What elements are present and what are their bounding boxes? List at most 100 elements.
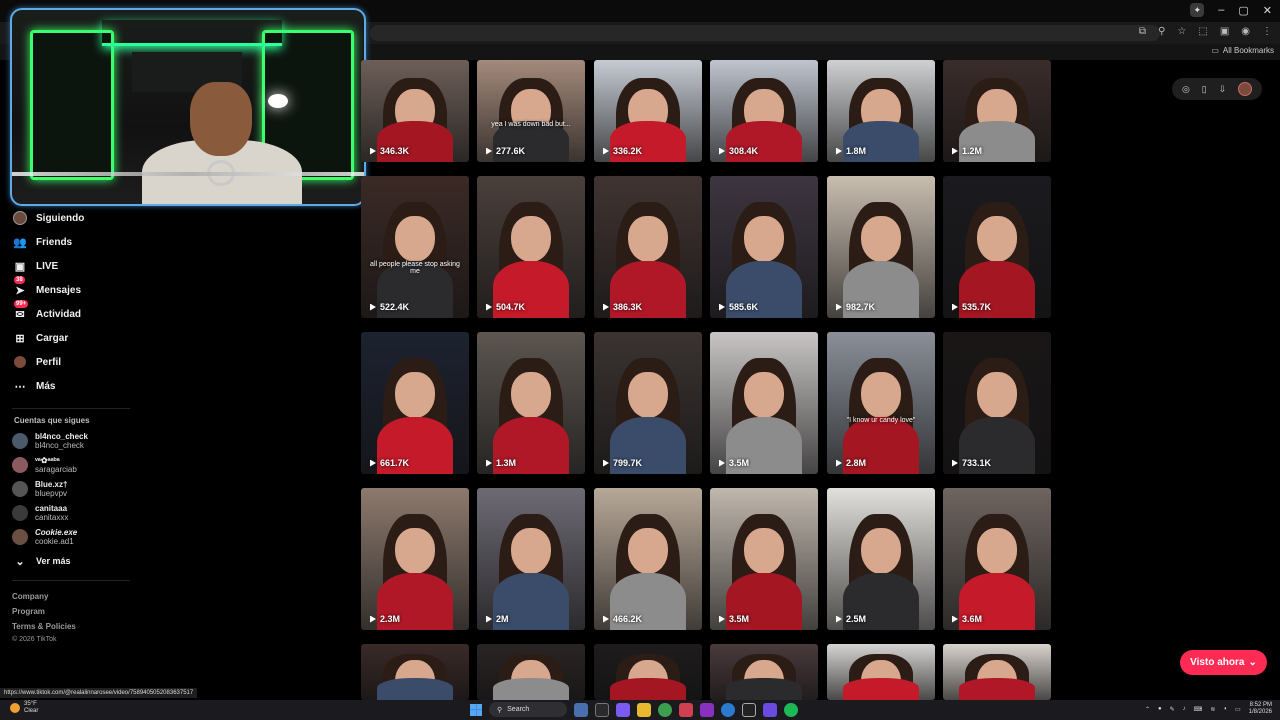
video-tile[interactable]: 1.3M: [477, 332, 585, 474]
nav-actividad[interactable]: ✉ 99+ Actividad: [12, 300, 81, 324]
video-tile[interactable]: 585.6K: [710, 176, 818, 318]
footer-company[interactable]: Company: [12, 592, 48, 601]
chrome-icon[interactable]: [658, 702, 672, 717]
nav-perfil[interactable]: Perfil: [12, 352, 61, 372]
video-tile[interactable]: 535.7K: [943, 176, 1051, 318]
app-icon[interactable]: [679, 702, 693, 717]
keyboard-icon[interactable]: ⌨: [1194, 706, 1203, 713]
user-avatar[interactable]: [1238, 82, 1253, 96]
video-tile[interactable]: 2M: [477, 488, 585, 630]
app-icon[interactable]: [700, 702, 714, 717]
edge-icon[interactable]: [721, 702, 735, 717]
cast-icon[interactable]: ⧉: [1139, 26, 1146, 37]
video-tile[interactable]: [361, 644, 469, 700]
clock[interactable]: 8:52 PM 1/8/2026: [1249, 702, 1272, 716]
video-tile[interactable]: all people please stop asking me 522.4K: [361, 176, 469, 318]
thumbnail-figure-face: [744, 527, 784, 574]
nav-mensajes[interactable]: ➤ 38 Mensajes: [12, 276, 81, 300]
weather-widget[interactable]: 35°F Clear: [10, 701, 38, 715]
video-tile[interactable]: yea I was down bad but... 277.6K: [477, 60, 585, 162]
chevron-up-icon[interactable]: ⌃: [1145, 706, 1150, 713]
menu-icon[interactable]: ⋮: [1262, 26, 1272, 37]
video-tile[interactable]: "I know ur candy love" 2.8M: [827, 332, 935, 474]
search-label: Search: [507, 706, 530, 713]
windows-start-icon[interactable]: [470, 703, 482, 716]
wifi-icon[interactable]: ≋: [1210, 706, 1215, 713]
account-name: ᵛᵃ✿ᵃᵃᵇᵃ: [35, 456, 60, 465]
video-tile[interactable]: [477, 644, 585, 700]
video-tile[interactable]: 346.3K: [361, 60, 469, 162]
video-tile[interactable]: [594, 644, 702, 700]
phone-icon[interactable]: ▯: [1202, 84, 1207, 95]
video-caption: "I know ur candy love": [846, 417, 916, 425]
video-tile[interactable]: 661.7K: [361, 332, 469, 474]
widget-icon[interactable]: [574, 702, 588, 717]
following-account[interactable]: canitaaa canitaxxx: [12, 502, 68, 524]
video-tile[interactable]: 3.5M: [710, 332, 818, 474]
sparkle-icon[interactable]: ✦: [1190, 3, 1205, 17]
file-explorer-icon[interactable]: [637, 702, 651, 717]
video-tile[interactable]: 2.3M: [361, 488, 469, 630]
nav-cargar[interactable]: ⊞ Cargar: [12, 328, 68, 348]
maximize-button[interactable]: ▢: [1238, 4, 1248, 17]
nav-siguiendo[interactable]: Siguiendo: [12, 208, 84, 228]
download-icon[interactable]: ⇩: [1219, 84, 1227, 95]
footer-terms[interactable]: Terms & Policies: [12, 622, 76, 631]
task-view-icon[interactable]: [595, 702, 609, 717]
video-tile[interactable]: 2.5M: [827, 488, 935, 630]
nav-live[interactable]: ▣ LIVE: [12, 256, 58, 276]
video-tile[interactable]: 308.4K: [710, 60, 818, 162]
app-icon[interactable]: [742, 702, 756, 717]
profile-icon[interactable]: ◉: [1241, 26, 1250, 37]
all-bookmarks[interactable]: ▭ All Bookmarks: [1211, 46, 1274, 55]
video-tile[interactable]: 336.2K: [594, 60, 702, 162]
play-icon: [719, 147, 725, 155]
app-tray-icon[interactable]: ●: [1158, 706, 1162, 712]
copilot-icon[interactable]: [616, 702, 630, 717]
video-tile[interactable]: [710, 644, 818, 700]
volume-icon[interactable]: ◖: [1223, 706, 1227, 712]
mic-icon[interactable]: ♪: [1183, 706, 1186, 712]
extensions-icon[interactable]: ⬚: [1198, 26, 1207, 37]
video-tile[interactable]: 1.2M: [943, 60, 1051, 162]
nav-mas[interactable]: ⋯ Más: [12, 376, 56, 396]
compass-icon[interactable]: ◎: [1182, 84, 1190, 95]
thumbnail-figure-face: [861, 215, 901, 262]
taskbar-search[interactable]: ⚲ Search: [489, 702, 567, 717]
discord-icon[interactable]: [763, 702, 777, 717]
video-tile[interactable]: 799.7K: [594, 332, 702, 474]
view-count-value: 2.3M: [380, 614, 401, 624]
bookmark-star-icon[interactable]: ☆: [1177, 26, 1186, 37]
sidebar-icon[interactable]: ▣: [1220, 26, 1229, 37]
close-button[interactable]: ✕: [1263, 4, 1272, 17]
address-bar[interactable]: [370, 25, 1160, 41]
nav-friends[interactable]: 👥 Friends: [12, 232, 72, 252]
video-tile[interactable]: 386.3K: [594, 176, 702, 318]
minimize-button[interactable]: –: [1218, 4, 1224, 16]
following-account[interactable]: Blue.xz† bluepvpv: [12, 478, 67, 500]
video-tile[interactable]: 466.2K: [594, 488, 702, 630]
video-tile[interactable]: 504.7K: [477, 176, 585, 318]
view-count-value: 982.7K: [846, 302, 876, 312]
following-account[interactable]: Cookie.exe cookie.ad1: [12, 526, 77, 548]
battery-icon[interactable]: ▭: [1235, 706, 1241, 713]
watched-now-button[interactable]: Visto ahora ⌄: [1180, 650, 1267, 675]
video-tile[interactable]: 3.6M: [943, 488, 1051, 630]
see-more-button[interactable]: ⌄ Ver más: [12, 551, 70, 571]
footer-program[interactable]: Program: [12, 607, 45, 616]
following-account[interactable]: ᵛᵃ✿ᵃᵃᵇᵃ saragarciab: [12, 454, 77, 476]
pen-icon[interactable]: ✎: [1170, 706, 1175, 713]
zoom-icon[interactable]: ⚲: [1158, 26, 1165, 37]
spotify-icon[interactable]: [784, 702, 798, 717]
thumbnail-figure-face: [511, 371, 551, 418]
video-tile[interactable]: [943, 644, 1051, 700]
thumbnail-figure-face: [977, 371, 1017, 418]
video-tile[interactable]: 733.1K: [943, 332, 1051, 474]
avatar: [12, 529, 28, 545]
video-tile[interactable]: 982.7K: [827, 176, 935, 318]
following-account[interactable]: bl4nco_check bl4nco_check: [12, 430, 88, 452]
weather-temp: 35°F: [24, 701, 37, 707]
video-tile[interactable]: [827, 644, 935, 700]
video-tile[interactable]: 1.8M: [827, 60, 935, 162]
video-tile[interactable]: 3.5M: [710, 488, 818, 630]
